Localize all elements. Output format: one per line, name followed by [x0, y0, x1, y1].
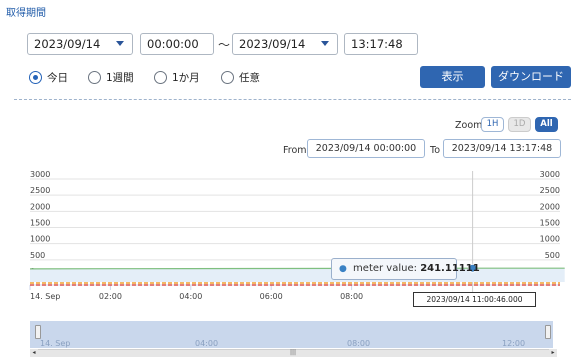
x-tick-label: 14. Sep	[30, 292, 60, 301]
series-area	[30, 268, 565, 282]
tooltip-series-name: meter value:	[353, 263, 417, 274]
page: 取得期間 2023/09/14 00:00:00 ～ 2023/09/14 13…	[0, 0, 577, 357]
threshold-lines	[30, 282, 560, 286]
y-tick-label: 3000	[540, 170, 560, 179]
chart-tooltip: ● meter value: 241.11111	[331, 258, 480, 280]
y-tick-label: 1500	[30, 219, 50, 228]
scroll-grip-icon[interactable]: |||	[290, 350, 296, 356]
x-tick-label: 02:00	[99, 292, 122, 301]
navigator-label: 14. Sep	[40, 339, 71, 348]
y-tick-label: 500	[30, 251, 45, 260]
y-tick-label: 2500	[540, 186, 560, 195]
y-tick-label: 2500	[30, 186, 50, 195]
x-tick-label: 04:00	[179, 292, 202, 301]
navigator-label: 12:00	[502, 339, 526, 348]
navigator-left-handle[interactable]	[35, 325, 41, 339]
y-tick-label: 2000	[540, 202, 560, 211]
y-tick-label: 1000	[540, 235, 560, 244]
y-tick-label: 500	[545, 251, 560, 260]
y-tick-label: 2000	[30, 202, 50, 211]
y-tick-label: 3000	[30, 170, 50, 179]
scroll-left-arrow-icon[interactable]: ◂	[30, 349, 38, 357]
crosshair-time-label: 2023/09/14 11:00:46.000	[413, 292, 536, 307]
navigator-right-handle[interactable]	[545, 325, 551, 339]
series-bullet-icon: ●	[339, 264, 347, 274]
x-axis: 14. Sep 02:00 04:00 06:00 08:00	[29, 285, 363, 301]
series-layer	[29, 263, 565, 282]
y-tick-label: 1000	[30, 235, 50, 244]
x-tick-label: 08:00	[340, 292, 363, 301]
tooltip-value: 241.11111	[420, 263, 480, 274]
navigator-label: 08:00	[347, 339, 371, 348]
navigator-range[interactable]	[30, 321, 553, 348]
x-tick-label: 06:00	[260, 292, 283, 301]
y-tick-label: 1500	[540, 219, 560, 228]
series-line	[29, 267, 565, 270]
navigator-label: 04:00	[195, 339, 219, 348]
scroll-right-arrow-icon[interactable]: ▸	[549, 349, 557, 357]
